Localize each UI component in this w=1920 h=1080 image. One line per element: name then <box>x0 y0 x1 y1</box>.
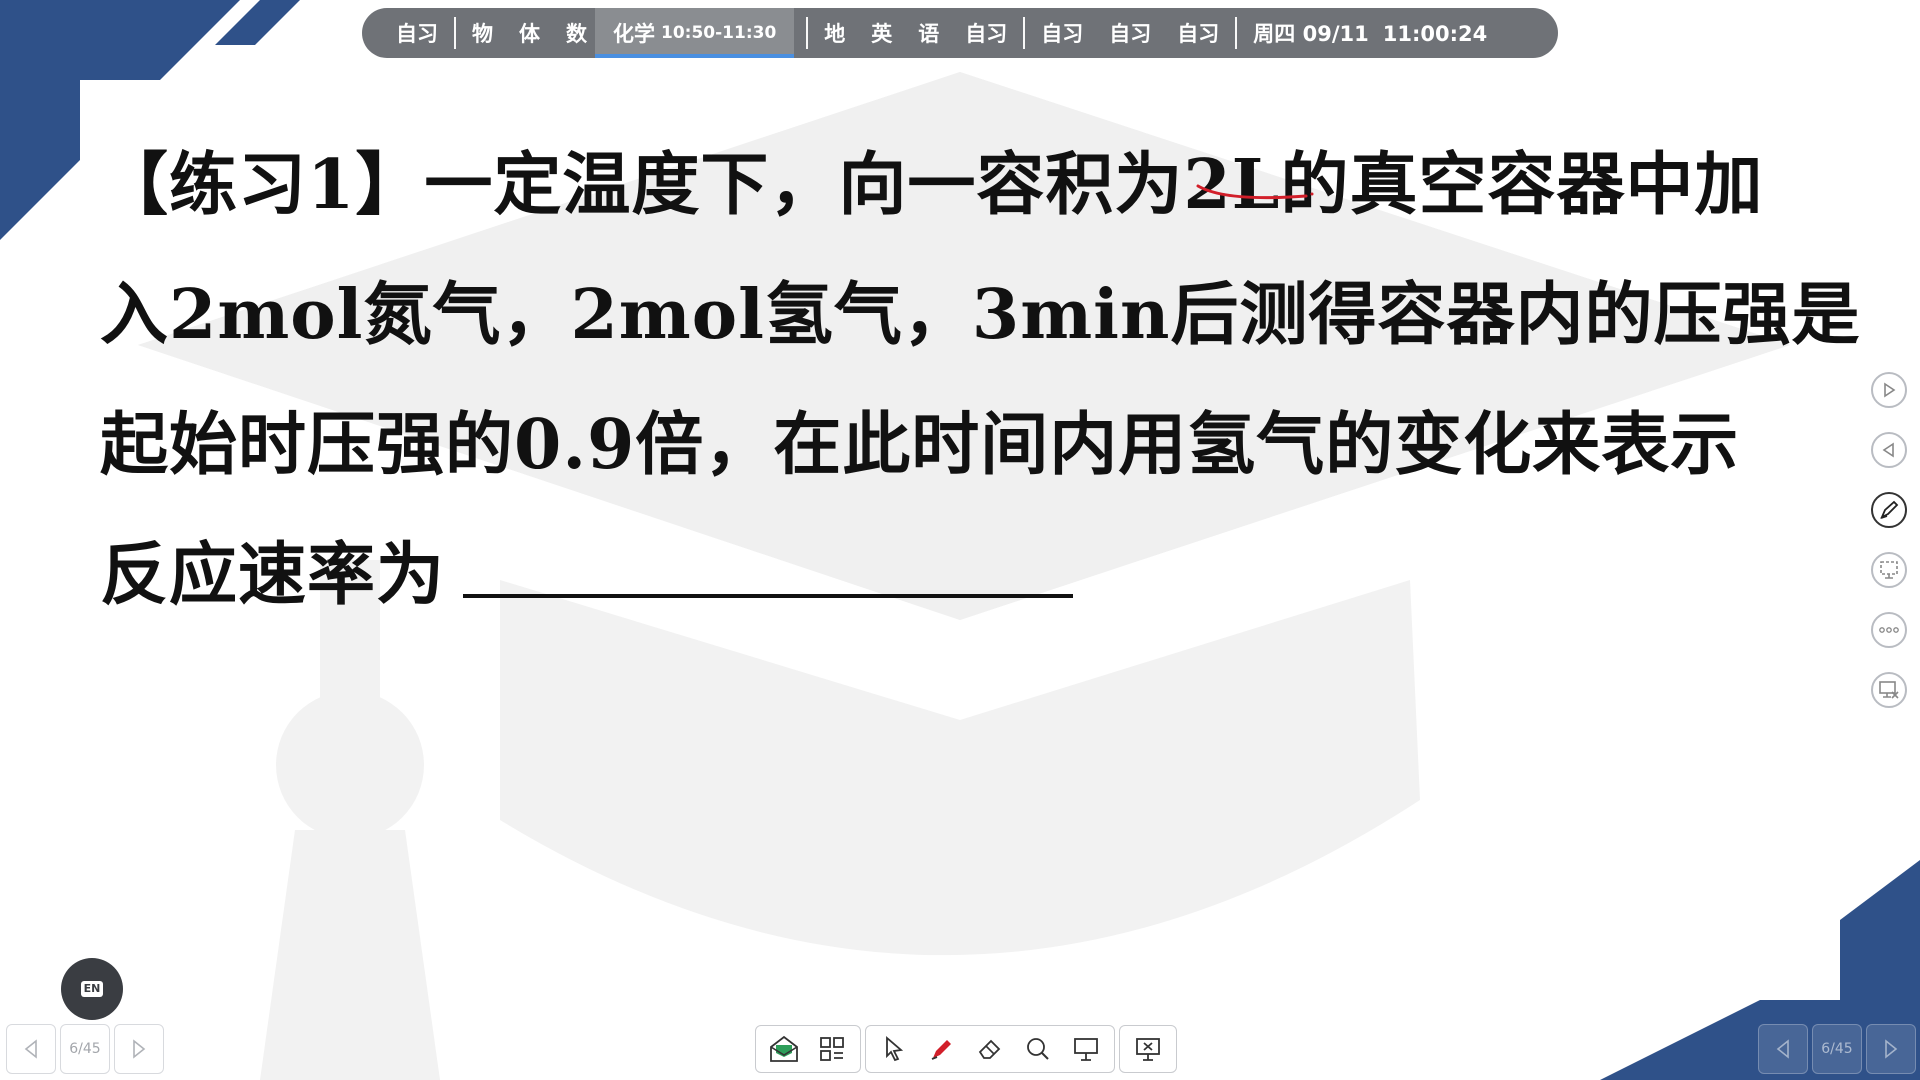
question-line-4-text: 反应速率为 <box>100 535 446 615</box>
chevron-right-icon <box>133 1039 146 1059</box>
schedule-slot-geography[interactable]: 地 <box>824 18 845 48</box>
schedule-datetime: 周四 09/11 11:00:24 <box>1247 18 1487 48</box>
schedule-divider <box>806 17 809 49</box>
pen-icon[interactable] <box>920 1029 964 1069</box>
schedule-slot-self-study[interactable]: 自习 <box>1041 18 1083 48</box>
schedule-slot-pe[interactable]: 体 <box>519 18 540 48</box>
schedule-slot-math[interactable]: 数 <box>566 18 587 48</box>
pointer-icon[interactable] <box>872 1029 916 1069</box>
schedule-slot-chinese[interactable]: 语 <box>918 18 939 48</box>
chevron-left-icon <box>24 1039 37 1059</box>
chevron-left-icon <box>1776 1039 1789 1059</box>
question-line-2: 入2mol氮气，2mol氢气，3min后测得容器内的压强是 <box>100 275 1861 355</box>
clock: 11:00:24 <box>1382 22 1488 46</box>
schedule-slot-english[interactable]: 英 <box>871 18 892 48</box>
question-line-4: 反应速率为 <box>100 510 1820 640</box>
more-icon[interactable] <box>1871 612 1907 648</box>
exercise-question: 【练习1】一定温度下，向一容积为2L的真空容器中加 入2mol氮气，2mol氢气… <box>100 120 1861 640</box>
schedule-divider <box>1023 17 1026 49</box>
input-language-badge[interactable]: EN <box>61 958 123 1020</box>
schedule-current-class[interactable]: 化学 10:50-11:30 <box>595 8 795 58</box>
prev-page-button[interactable] <box>6 1024 56 1074</box>
toolbar-group-draw <box>865 1025 1115 1073</box>
page-indicator-right: 6/45 <box>1812 1024 1862 1074</box>
message-icon[interactable] <box>762 1029 806 1069</box>
language-label: EN <box>80 981 104 997</box>
schedule-slot-self-study[interactable]: 自习 <box>965 18 1007 48</box>
answer-blank <box>463 594 1074 598</box>
question-line-1: 【练习1】一定温度下，向一容积为2L的真空容器中加 <box>100 145 1764 225</box>
chevron-right-icon <box>1885 1039 1898 1059</box>
schedule-slot-physics[interactable]: 物 <box>472 18 493 48</box>
schedule-group-evening: 自习 自习 自习 <box>1035 18 1225 48</box>
prev-icon[interactable] <box>1871 432 1907 468</box>
next-page-button[interactable] <box>114 1024 164 1074</box>
weekday-date: 周四 09/11 <box>1253 22 1369 46</box>
apps-grid-icon[interactable] <box>810 1029 854 1069</box>
prev-page-button-right[interactable] <box>1758 1024 1808 1074</box>
question-line-3: 起始时压强的0.9倍，在此时间内用氢气的变化来表示 <box>100 405 1740 485</box>
schedule-slot-self-study[interactable]: 自习 <box>1109 18 1151 48</box>
zoom-icon[interactable] <box>1016 1029 1060 1069</box>
whiteboard-icon[interactable] <box>1064 1029 1108 1069</box>
current-subject: 化学 <box>613 22 655 46</box>
pen-icon[interactable] <box>1871 492 1907 528</box>
page-indicator: 6/45 <box>60 1024 110 1074</box>
bottom-toolbar <box>755 1024 1177 1074</box>
schedule-slot-self-study[interactable]: 自习 <box>1177 18 1219 48</box>
toolbar-group-apps <box>755 1025 861 1073</box>
close-screen-icon[interactable] <box>1126 1029 1170 1069</box>
pen-annotation-stroke <box>1196 184 1314 200</box>
class-schedule-bar: 自习 物 体 数 化学 10:50-11:30 地 英 语 自习 自习 自习 自… <box>362 8 1558 58</box>
schedule-group-morning: 物 体 数 <box>466 18 593 48</box>
play-icon[interactable] <box>1871 372 1907 408</box>
next-page-button-right[interactable] <box>1866 1024 1916 1074</box>
eraser-icon[interactable] <box>968 1029 1012 1069</box>
schedule-divider <box>454 17 456 49</box>
schedule-divider <box>1235 17 1238 49</box>
screen-select-icon[interactable] <box>1871 552 1907 588</box>
schedule-slot-self-study[interactable]: 自习 <box>390 18 444 48</box>
close-screen-icon[interactable] <box>1871 672 1907 708</box>
toolbar-group-exit <box>1119 1025 1177 1073</box>
schedule-group-midday: 地 英 语 自习 <box>818 18 1013 48</box>
current-class-time: 10:50-11:30 <box>661 23 777 43</box>
